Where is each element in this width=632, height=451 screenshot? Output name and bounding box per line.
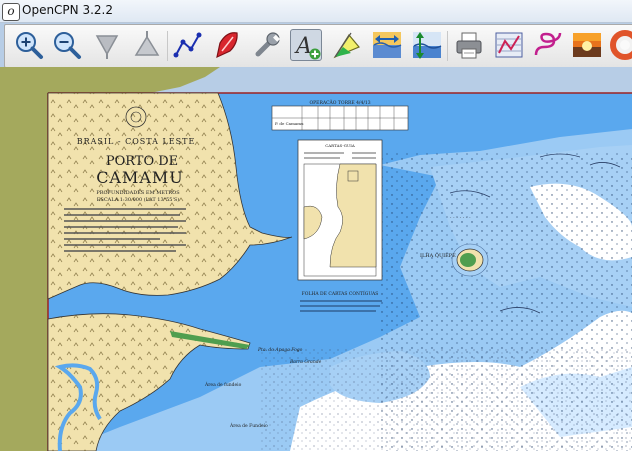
olive-coast <box>48 67 220 93</box>
chart-subtitle-scale: ESCALA 1:30 000 (LAT 13°55'S) <box>97 196 180 203</box>
inset-footer: FOLHA DE CARTAS CONTÍGUAS <box>302 290 379 297</box>
magnifier-plus-icon <box>16 32 43 59</box>
mob-button[interactable] <box>609 29 632 61</box>
tide-height-button[interactable] <box>411 29 443 61</box>
color-scheme-button[interactable] <box>571 29 603 61</box>
print-button[interactable] <box>453 29 485 61</box>
magnifier-minus-icon <box>54 32 81 59</box>
scale-in-button[interactable] <box>91 29 123 61</box>
inset-chart: CARTAS-GUIA <box>297 139 383 281</box>
window-title: OpenCPN 3.2.2 <box>22 3 113 17</box>
route-manager-button[interactable] <box>493 29 525 61</box>
chart-canvas[interactable]: BRASIL - COSTA LESTE PORTO DE CAMAMU PRO… <box>0 67 632 451</box>
app-icon: o <box>2 3 20 21</box>
chart-title-region: BRASIL - COSTA LESTE <box>77 137 196 146</box>
lifebuoy-icon <box>610 30 632 60</box>
magenta-label-1: Área de fundeio <box>204 381 242 388</box>
scale-out-button[interactable] <box>131 29 163 61</box>
place-label-1: Pta. do Apaga Fogo <box>257 347 303 353</box>
triangle-up-icon <box>134 31 160 56</box>
chart-title-port: PORTO DE <box>106 154 178 169</box>
main-toolbar: A <box>4 24 632 68</box>
olive-land <box>0 67 48 451</box>
table-row-label: P. de Camamu <box>275 121 304 126</box>
nautical-chart: BRASIL - COSTA LESTE PORTO DE CAMAMU PRO… <box>0 67 632 451</box>
zoom-in-button[interactable] <box>13 29 45 61</box>
chart-title-name: CAMAMU <box>96 168 184 187</box>
route-icon <box>173 32 202 58</box>
route-manager-icon <box>495 32 523 58</box>
svg-text:A: A <box>294 34 312 59</box>
current-flag-icon <box>333 32 360 59</box>
inset-title: CARTAS-GUIA <box>325 143 355 148</box>
track-icon <box>534 32 562 56</box>
place-label-2: Barra Grande <box>289 359 322 365</box>
text-plus-icon: A <box>294 34 321 60</box>
magenta-label-2: Área de Fundeio <box>229 422 268 429</box>
title-bar: o OpenCPN 3.2.2 <box>0 0 632 23</box>
current-button[interactable] <box>331 29 363 61</box>
settings-button[interactable] <box>251 29 283 61</box>
track-button[interactable] <box>532 29 564 61</box>
create-route-button[interactable] <box>171 29 203 61</box>
wrench-icon <box>255 32 281 57</box>
triangle-down-icon <box>95 35 119 59</box>
magenta-label-north: · · · · · · · <box>450 215 471 221</box>
ship-icon <box>216 32 238 59</box>
sunset-icon <box>573 33 601 57</box>
toolbar-separator <box>447 31 448 61</box>
tide-arrows-icon <box>373 32 402 58</box>
text-button[interactable]: A <box>290 29 322 61</box>
chart-subtitle-depths: PROFUNDIDADES EM METROS <box>96 190 180 196</box>
auto-follow-button[interactable] <box>211 29 243 61</box>
toolbar-separator <box>167 31 168 61</box>
printer-icon <box>456 32 482 59</box>
tides-button[interactable] <box>371 29 403 61</box>
island-label: ILHA QUIEPE <box>420 253 456 259</box>
zoom-out-button[interactable] <box>51 29 83 61</box>
tide-height-icon <box>413 32 442 59</box>
